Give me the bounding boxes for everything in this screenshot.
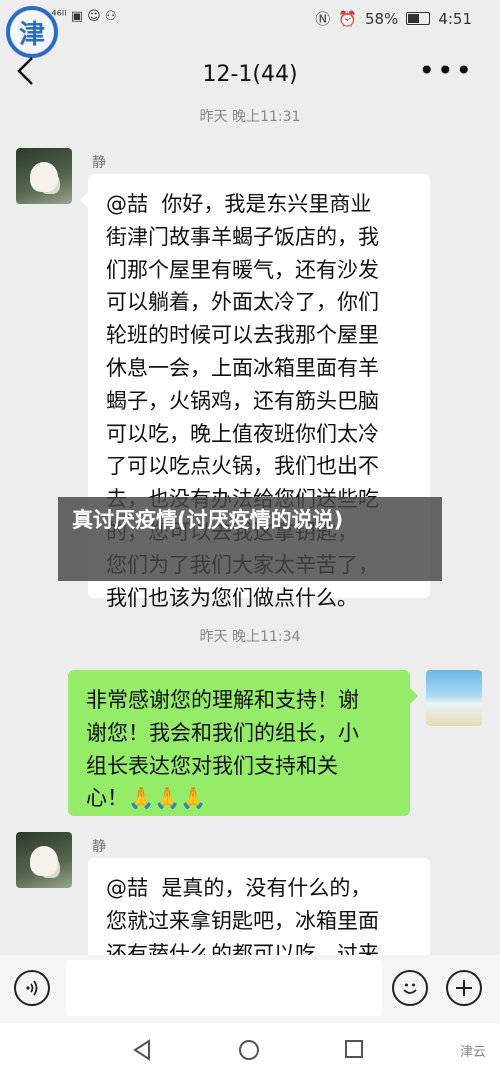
- plus-icon[interactable]: [446, 970, 482, 1006]
- message-bubble[interactable]: @喆 是真的，没有什么的， 您就过来拿钥匙吧，冰箱里面 还有蔬什么的都可以吃，过…: [88, 858, 430, 958]
- voice-icon[interactable]: [14, 970, 50, 1006]
- input-bar: [0, 955, 500, 1023]
- status-bar: ⁴⁶ᴵᴵ ⁴⁶ᴵᴵ ▣ ☺ ⚇ Ⓝ ⏰ 58% 4:51: [0, 0, 500, 36]
- source-watermark: 津云: [459, 1045, 486, 1060]
- clock: 4:51: [438, 9, 472, 28]
- message-text: @喆 是真的，没有什么的， 您就过来拿钥匙吧，冰箱里面 还有蔬什么的都可以吃，过…: [106, 876, 379, 958]
- avatar-self[interactable]: [426, 670, 482, 726]
- nfc-icon: Ⓝ: [315, 10, 331, 28]
- nav-home-icon[interactable]: [238, 1039, 260, 1067]
- system-nav-bar: 津云: [0, 1023, 500, 1079]
- nav-back-icon[interactable]: [132, 1039, 152, 1067]
- avatar[interactable]: [16, 148, 72, 204]
- message-input[interactable]: [66, 960, 382, 1016]
- battery-icon: [406, 12, 431, 25]
- message-text: 非常感谢您的理解和支持！谢 谢您！我会和我们的组长，小 组长表达您对我们支持和关…: [86, 688, 359, 811]
- message-bubble-own[interactable]: 非常感谢您的理解和支持！谢 谢您！我会和我们的组长，小 组长表达您对我们支持和关…: [68, 670, 418, 816]
- caption-overlay: 真讨厌疫情(讨厌疫情的说说): [58, 497, 442, 581]
- nav-recents-icon[interactable]: [344, 1039, 364, 1065]
- status-right: Ⓝ ⏰ 58% 4:51: [315, 8, 472, 29]
- avatar[interactable]: [16, 832, 72, 888]
- more-options-icon[interactable]: •••: [418, 54, 474, 87]
- timestamp: 昨天 晚上11:34: [199, 629, 301, 645]
- battery-percent: 58%: [364, 9, 399, 28]
- sender-name: 静: [92, 155, 106, 171]
- timestamp: 昨天 晚上11:31: [199, 109, 301, 125]
- chat-header: 12-1(44) •••: [0, 40, 500, 104]
- alarm-icon: ⏰: [338, 9, 357, 28]
- sender-name: 静: [92, 839, 106, 855]
- emoji-icon[interactable]: [392, 970, 428, 1006]
